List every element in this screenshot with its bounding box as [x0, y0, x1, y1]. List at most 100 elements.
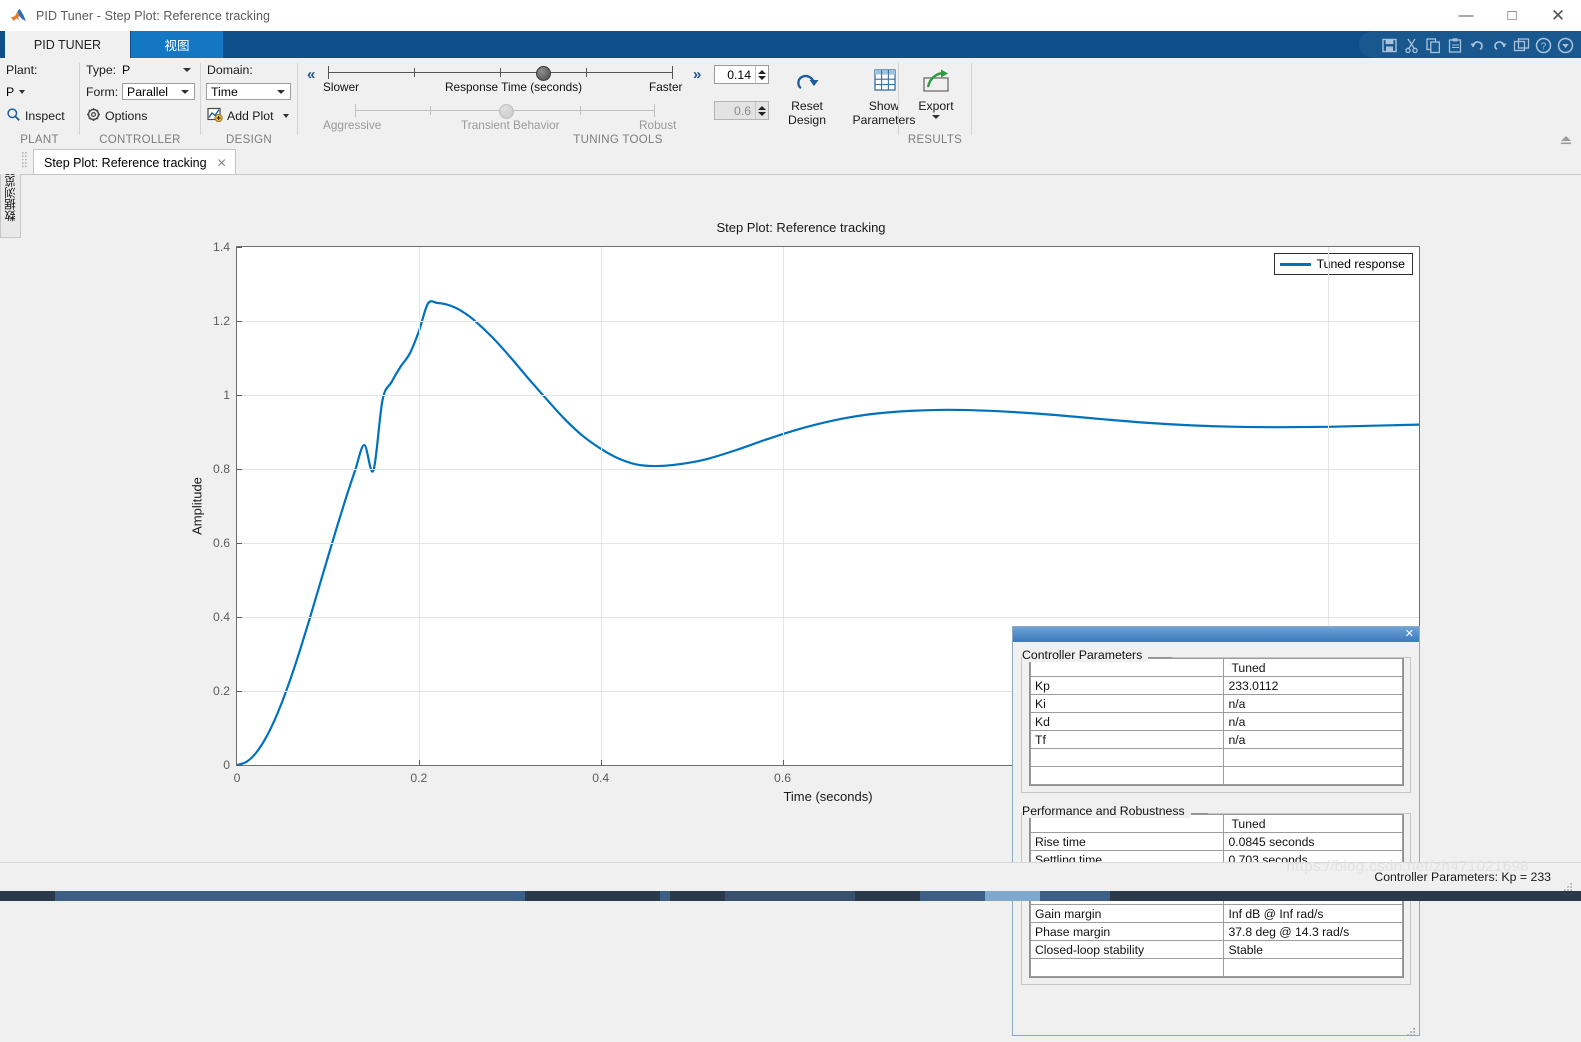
plot-legend[interactable]: Tuned response — [1273, 253, 1413, 275]
table-row[interactable] — [1029, 748, 1403, 767]
row-label — [1029, 958, 1225, 977]
domain-dropdown[interactable]: Time — [206, 83, 291, 100]
table-row[interactable]: Kp 233.0112 — [1029, 676, 1403, 695]
transient-behavior-slider[interactable] — [355, 102, 655, 119]
controller-parameters-panel[interactable]: ✕ Controller Parameters Tuned Kp 233.0112 K… — [1012, 626, 1420, 1036]
tab-pid-tuner[interactable]: PID TUNER — [5, 31, 130, 58]
y-tick-label: 1.2 — [213, 314, 230, 328]
layout-icon[interactable] — [1512, 36, 1531, 55]
help-icon[interactable]: ? — [1534, 36, 1553, 55]
save-icon[interactable] — [1380, 36, 1399, 55]
response-time-spinner-arrows[interactable] — [755, 66, 768, 83]
paste-icon[interactable] — [1446, 36, 1465, 55]
controller-type-value: P — [122, 63, 131, 77]
undo-icon[interactable] — [1468, 36, 1487, 55]
add-plot-button[interactable]: Add Plot — [207, 107, 292, 125]
response-time-spinner[interactable]: 0.14 — [714, 65, 769, 84]
faster-label: Faster — [649, 80, 683, 94]
row-label: Kp — [1029, 676, 1225, 695]
os-taskbar — [0, 891, 1581, 901]
maximize-button[interactable]: □ — [1489, 0, 1535, 31]
row-value-tuned: 37.8 deg @ 14.3 rad/s — [1223, 922, 1403, 941]
row-label: Gain margin — [1029, 904, 1225, 923]
transient-behavior-value: 0.6 — [734, 103, 751, 118]
cut-icon[interactable] — [1402, 36, 1421, 55]
y-tick-label: 0.8 — [213, 462, 230, 476]
spinner-up-icon[interactable] — [758, 105, 766, 110]
aggressive-label: Aggressive — [323, 118, 382, 132]
panel-close-icon[interactable]: ✕ — [1405, 629, 1414, 640]
chevron-down-icon — [282, 114, 289, 118]
response-time-slider-knob[interactable] — [536, 66, 551, 81]
plot-title: Step Plot: Reference tracking — [716, 220, 886, 235]
panel-resize-handle[interactable] — [1407, 1024, 1416, 1036]
export-label: Export — [918, 99, 954, 113]
panel-body: Controller Parameters Tuned Kp 233.0112 Ki n… — [1013, 642, 1419, 985]
chevron-down-icon — [19, 90, 26, 94]
controller-form-value: Parallel — [127, 84, 169, 99]
slower-label: Slower — [323, 80, 360, 94]
table-row[interactable]: Closed-loop stability Stable — [1029, 940, 1403, 959]
redo-icon[interactable] — [1490, 36, 1509, 55]
response-time-slider[interactable] — [328, 64, 673, 81]
table-row[interactable]: Tf n/a — [1029, 730, 1403, 749]
divider — [971, 63, 972, 135]
ribbon-tab-strip: PID TUNER 视图 ? — [0, 31, 1581, 58]
table-row[interactable] — [1029, 766, 1403, 785]
controller-parameters-grid[interactable]: Tuned Kp 233.0112 Ki n/a Kd n/a Tf n/a — [1029, 657, 1404, 786]
options-button[interactable]: Options — [86, 107, 147, 125]
plant-selector-value: P — [6, 85, 15, 99]
column-header-tuned: Tuned — [1223, 814, 1403, 833]
table-row[interactable]: Phase margin 37.8 deg @ 14.3 rad/s — [1029, 922, 1403, 941]
spinner-up-icon[interactable] — [758, 69, 766, 74]
plant-selector[interactable]: P — [6, 85, 28, 99]
close-icon[interactable]: ✕ — [217, 156, 227, 170]
spinner-down-icon[interactable] — [758, 75, 766, 80]
table-row[interactable] — [1029, 958, 1403, 977]
gridline-vertical — [600, 247, 602, 765]
plant-group-title: PLANT — [20, 134, 59, 146]
gridline-horizontal — [237, 543, 1419, 544]
y-tick-label: 0.6 — [213, 536, 230, 550]
document-tab-step-plot[interactable]: Step Plot: Reference tracking ✕ — [33, 149, 236, 175]
tab-drag-handle[interactable] — [22, 152, 27, 170]
x-tick-label: 0 — [233, 771, 241, 785]
transient-behavior-spinner[interactable]: 0.6 — [714, 101, 769, 120]
collapse-ribbon-icon[interactable] — [1559, 132, 1573, 146]
tab-view[interactable]: 视图 — [131, 31, 223, 58]
row-label: Ki — [1029, 694, 1225, 713]
export-icon — [920, 68, 952, 99]
collapse-left-icon[interactable]: « — [307, 66, 315, 83]
table-row[interactable]: Rise time 0.0845 seconds — [1029, 832, 1403, 851]
chevron-down-icon — [277, 89, 285, 94]
document-tab-label: Step Plot: Reference tracking — [44, 155, 207, 170]
copy-icon[interactable] — [1424, 36, 1443, 55]
row-value-tuned: n/a — [1223, 694, 1403, 713]
collapse-right-icon[interactable]: » — [693, 66, 701, 83]
panel-title-bar[interactable]: ✕ — [1013, 627, 1419, 642]
domain-label: Domain: — [207, 63, 253, 77]
row-label: Closed-loop stability — [1029, 940, 1225, 959]
controller-type-dropdown[interactable]: P — [122, 63, 194, 77]
row-label — [1029, 748, 1225, 767]
table-row[interactable]: Kd n/a — [1029, 712, 1403, 731]
chevron-down-icon — [183, 68, 191, 72]
controller-form-dropdown[interactable]: Parallel — [122, 83, 195, 100]
table-row[interactable]: Ki n/a — [1029, 694, 1403, 713]
transient-spinner-arrows[interactable] — [755, 102, 768, 119]
spinner-down-icon[interactable] — [758, 111, 766, 116]
export-button[interactable]: Export — [907, 68, 965, 119]
transient-behavior-slider-knob[interactable] — [499, 104, 514, 119]
window-resize-handle[interactable] — [1564, 879, 1573, 891]
minimize-button[interactable]: — — [1443, 0, 1489, 31]
controller-parameters-section: Controller Parameters Tuned Kp 233.0112 Ki n… — [1021, 648, 1411, 793]
chevron-down-icon[interactable] — [932, 115, 940, 119]
x-tick-label: 0.4 — [592, 771, 610, 785]
reset-design-button[interactable]: Reset Design — [778, 68, 836, 127]
response-time-value: 0.14 — [727, 67, 751, 82]
options-label: Options — [105, 109, 148, 123]
more-icon[interactable] — [1556, 36, 1575, 55]
table-row[interactable]: Gain margin Inf dB @ Inf rad/s — [1029, 904, 1403, 923]
inspect-button[interactable]: Inspect — [6, 107, 65, 125]
close-button[interactable]: ✕ — [1535, 0, 1581, 31]
